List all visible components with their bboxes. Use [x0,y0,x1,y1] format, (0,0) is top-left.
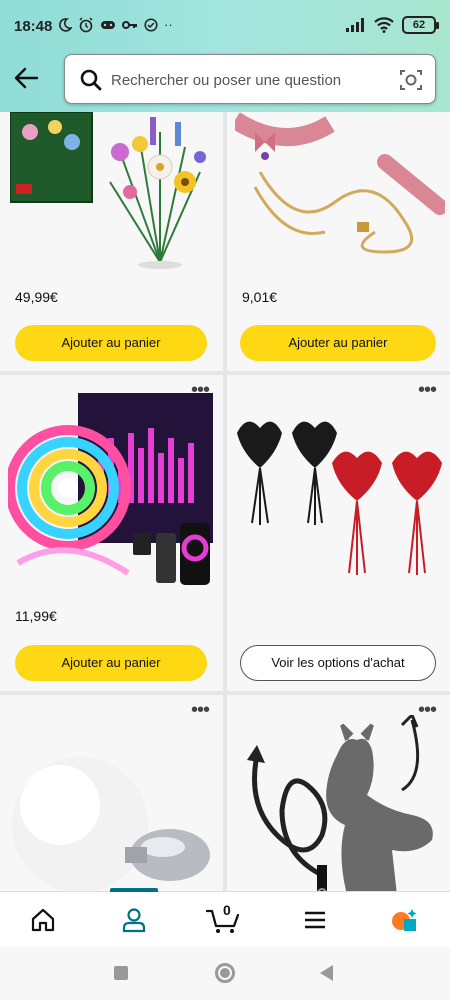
menu-icon [305,911,325,929]
search-icon [80,69,102,91]
nav-rufus[interactable] [375,892,435,948]
product-image-sequin-accessories[interactable] [232,413,447,583]
product-card[interactable]: ••• [0,695,223,892]
moon-icon [59,18,72,32]
rufus-assistant-icon [392,909,417,931]
product-image-costume-whip[interactable] [227,715,450,892]
search-input[interactable] [111,67,381,93]
user-icon [122,908,146,933]
nav-home[interactable] [13,892,73,948]
wifi-icon [374,17,394,33]
product-card[interactable]: 49,99€ Ajouter au panier [0,112,223,371]
product-card[interactable]: ••• Voir les options d'achat [227,375,450,691]
game-controller-icon [101,21,115,29]
battery-indicator: 62 [402,16,439,34]
product-image-collar-leash[interactable] [235,112,445,262]
product-grid: 49,99€ Ajouter au panier 9,01€ Ajouter a… [0,112,450,892]
status-time: 18:48 [14,18,53,35]
camera-search-icon[interactable] [399,68,423,92]
check-circle-icon [144,18,158,32]
add-to-cart-button[interactable]: Ajouter au panier [15,645,207,681]
nav-menu[interactable] [285,892,345,948]
nav-account[interactable] [104,892,164,948]
alarm-icon [79,17,93,33]
back-triangle-icon[interactable] [320,965,333,981]
header: 18:48 ·· 62 [0,0,450,112]
search-bar[interactable] [64,54,436,104]
home-button-icon[interactable] [215,963,235,983]
product-card[interactable]: ••• 11,99€ Ajouter au panier [0,375,223,691]
recent-apps-icon[interactable] [114,966,128,980]
more-options-icon[interactable]: ••• [418,380,442,400]
bottom-navigation: 0 [0,888,450,948]
key-icon [122,21,137,29]
product-price: 11,99€ [15,608,57,624]
back-arrow-icon[interactable] [12,64,40,92]
more-options-icon[interactable]: ••• [418,700,442,720]
cart-count: 0 [223,902,231,918]
product-card[interactable]: ••• [227,695,450,892]
add-to-cart-button[interactable]: Ajouter au panier [15,325,207,361]
add-to-cart-button[interactable]: Ajouter au panier [240,325,436,361]
product-price: 9,01€ [242,289,278,305]
status-right: 62 [346,16,439,34]
see-buying-options-button[interactable]: Voir les options d'achat [240,645,436,681]
signal-icon [346,18,364,32]
system-navigation-bar [0,947,450,1000]
status-bar: 18:48 ·· 62 [0,0,450,50]
product-card[interactable]: 9,01€ Ajouter au panier [227,112,450,371]
more-options-icon[interactable]: ••• [191,700,215,720]
home-icon [31,908,55,932]
nav-cart[interactable]: 0 [193,892,253,948]
product-image-fluffy-accessory[interactable] [5,725,220,892]
status-overflow: ·· [164,17,173,32]
notification-icons: ·· [58,16,173,34]
product-price: 49,99€ [15,289,58,305]
product-image-led-strip[interactable] [8,393,213,593]
product-image-flower-bouquet[interactable] [10,112,210,272]
